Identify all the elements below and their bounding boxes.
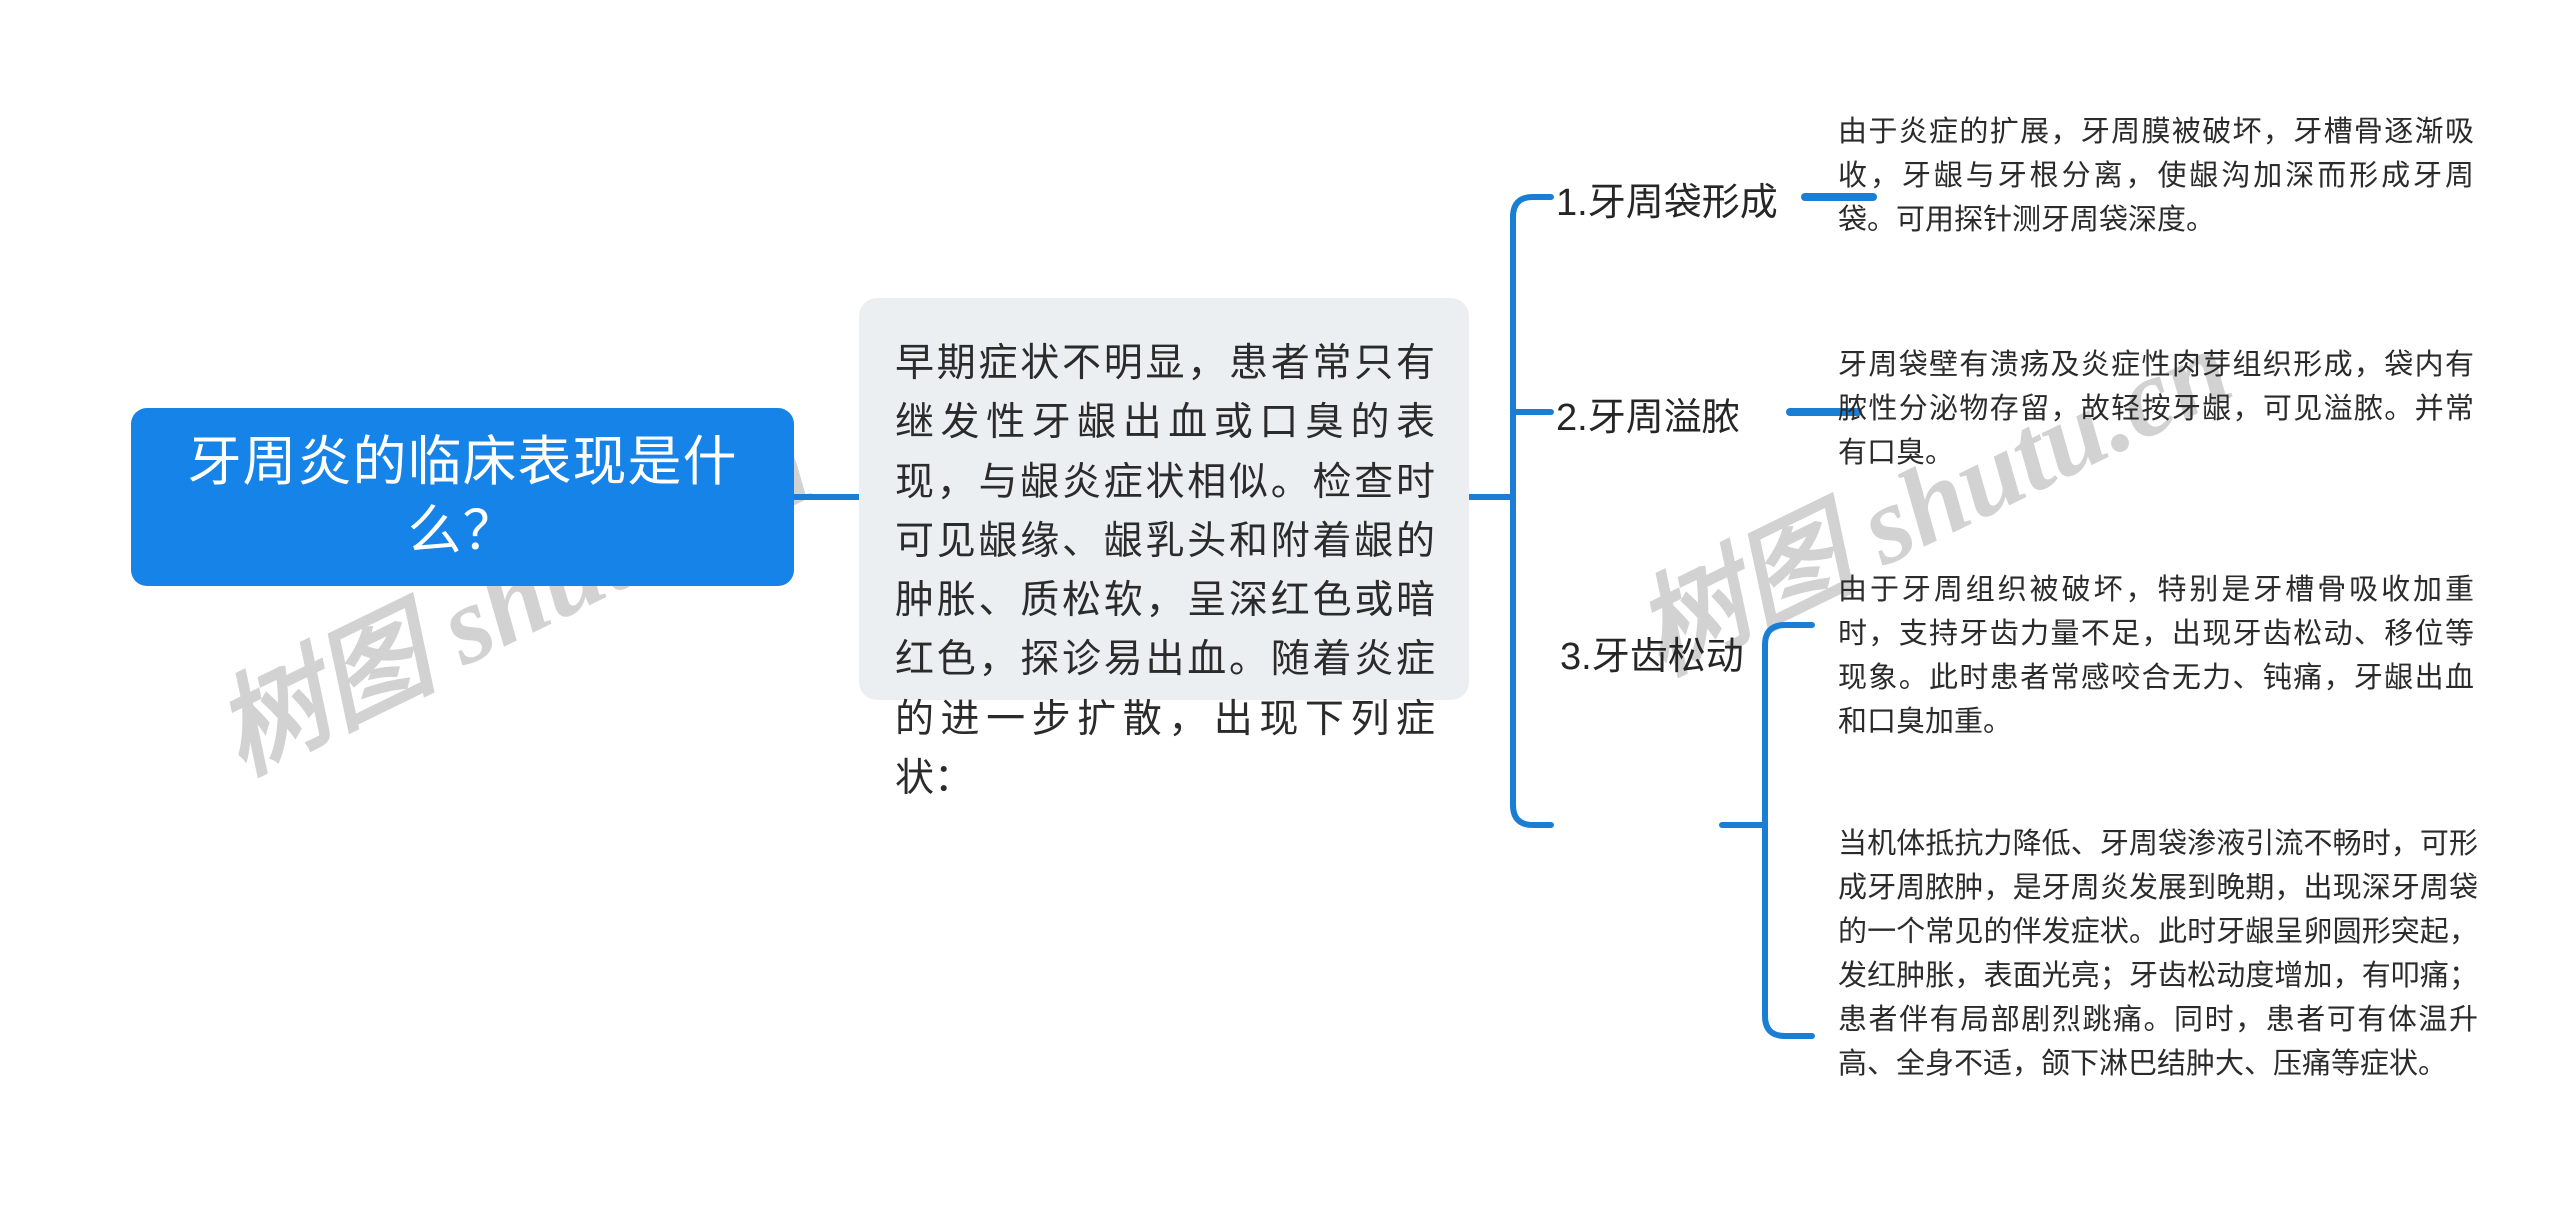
root-node-title: 牙周炎的临床表现是什么？: [187, 431, 738, 561]
branch-detail-1[interactable]: 由于炎症的扩展，牙周膜被破坏，牙槽骨逐渐吸收，牙龈与牙根分离，使龈沟加深而形成牙…: [1838, 110, 2474, 242]
mindmap-canvas: 树图 shutu.cn 树图 shutu.cn 牙周炎的临床表现是什么？ 早期症…: [0, 0, 2560, 1231]
link-leaf-3: [1762, 622, 1815, 648]
branch-label-2[interactable]: 2.牙周溢脓: [1556, 396, 1740, 442]
branch-detail-3b[interactable]: 当机体抵抗力降低、牙周袋渗液引流不畅时，可形成牙周脓肿，是牙周炎发展到晚期，出现…: [1838, 822, 2478, 1086]
branch-label-3[interactable]: 3.牙齿松动: [1560, 635, 1744, 681]
branch-detail-3a[interactable]: 由于牙周组织被破坏，特别是牙槽骨吸收加重时，支持牙齿力量不足，出现牙齿松动、移位…: [1838, 568, 2474, 744]
link-leaf-4: [1762, 1013, 1815, 1039]
link-branch-1: [1510, 194, 1554, 220]
branch-detail-2[interactable]: 牙周袋壁有溃疡及炎症性肉芽组织形成，袋内有脓性分泌物存留，故轻按牙龈，可见溢脓。…: [1838, 343, 2474, 475]
link-branch-3: [1510, 802, 1554, 828]
root-node[interactable]: 牙周炎的临床表现是什么？: [131, 408, 794, 586]
summary-node[interactable]: 早期症状不明显，患者常只有继发性牙龈出血或口臭的表现，与龈炎症状相似。检查时可见…: [859, 298, 1469, 800]
branch-label-1[interactable]: 1.牙周袋形成: [1556, 181, 1778, 227]
summary-node-text: 早期症状不明显，患者常只有继发性牙龈出血或口臭的表现，与龈炎症状相似。检查时可见…: [895, 342, 1435, 800]
